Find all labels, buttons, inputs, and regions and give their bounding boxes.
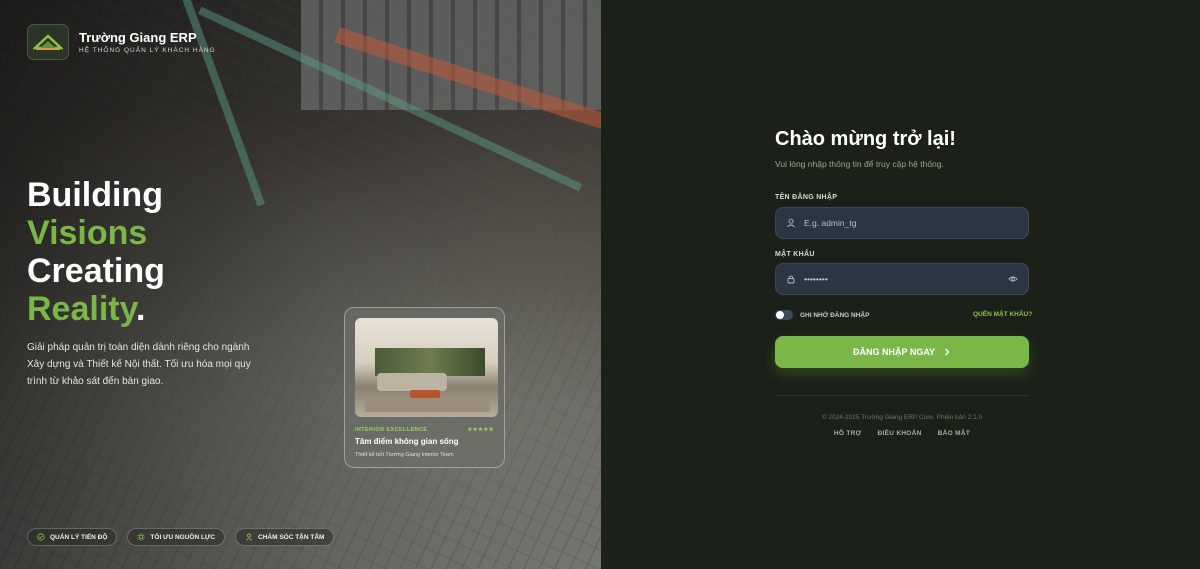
card-title: Tâm điểm không gian sống	[355, 437, 459, 446]
check-circle-icon	[37, 533, 45, 541]
feature-pill-progress: QUẢN LÝ TIẾN ĐỘ	[27, 528, 118, 546]
remember-toggle[interactable]	[775, 310, 793, 320]
hero-panel: Trường Giang ERP HỆ THỐNG QUẢN LÝ KHÁCH …	[0, 0, 601, 569]
remember-label: GHI NHỚ ĐĂNG NHẬP	[800, 311, 870, 319]
login-panel: Chào mừng trở lại! Vui lòng nhập thông t…	[601, 0, 1200, 569]
hero-headline: Building Visions Creating Reality.	[27, 176, 165, 328]
username-field[interactable]	[775, 207, 1029, 239]
chevron-right-icon	[945, 348, 950, 356]
living-room-image	[355, 318, 498, 417]
headline-line-2: Visions	[27, 214, 148, 252]
brand: Trường Giang ERP HỆ THỐNG QUẢN LÝ KHÁCH …	[27, 24, 216, 60]
user-icon	[245, 533, 253, 541]
headline-dot: .	[135, 290, 146, 328]
feature-pills: QUẢN LÝ TIẾN ĐỘ TỐI ƯU NGUỒN LỰC CHĂM SÓ…	[27, 528, 335, 546]
username-input[interactable]	[804, 218, 1018, 228]
brand-subtitle: HỆ THỐNG QUẢN LÝ KHÁCH HÀNG	[79, 47, 216, 54]
username-label: TÊN ĐĂNG NHẬP	[775, 194, 838, 201]
login-subtitle: Vui lòng nhập thông tin để truy cập hệ t…	[775, 159, 944, 169]
feature-pill-label: QUẢN LÝ TIẾN ĐỘ	[50, 533, 108, 541]
feature-pill-care: CHĂM SÓC TẬN TÂM	[235, 528, 335, 546]
login-page: Trường Giang ERP HỆ THỐNG QUẢN LÝ KHÁCH …	[0, 0, 1200, 569]
roof-logo-icon	[27, 24, 69, 60]
card-tag: INTERIOR EXCELLENCE	[355, 427, 428, 433]
featured-card: INTERIOR EXCELLENCE ★★★★★ Tâm điểm không…	[344, 307, 505, 468]
card-subtitle: Thiết kế bởi Trường Giang Interior Team	[355, 452, 454, 458]
rating-stars-icon: ★★★★★	[467, 427, 494, 433]
feature-pill-label: CHĂM SÓC TẬN TÂM	[258, 533, 325, 541]
lock-icon	[787, 275, 795, 284]
password-input[interactable]	[804, 274, 1000, 284]
headline-line-4: Reality.	[27, 290, 165, 328]
headline-line-4-text: Reality	[27, 290, 136, 328]
forgot-password-link[interactable]: QUÊN MẬT KHẨU?	[973, 311, 1032, 318]
feature-pill-label: TỐI ƯU NGUỒN LỰC	[150, 533, 216, 541]
login-button-label: ĐĂNG NHẬP NGAY	[852, 347, 935, 357]
user-icon	[787, 218, 795, 228]
password-label: MẬT KHẨU	[775, 251, 815, 258]
footer-link-terms[interactable]: ĐIỀU KHOẢN	[877, 430, 921, 437]
footer-link-privacy[interactable]: BẢO MẬT	[938, 430, 970, 437]
gear-icon	[137, 533, 146, 541]
remember-me[interactable]: GHI NHỚ ĐĂNG NHẬP	[775, 310, 869, 320]
brand-name: Trường Giang ERP	[79, 30, 197, 45]
footer-links: HỖ TRỢ ĐIỀU KHOẢN BẢO MẬT	[775, 430, 1029, 437]
headline-line-1: Building	[27, 176, 163, 214]
eye-icon[interactable]	[1008, 274, 1018, 284]
hero-description: Giải pháp quản trị toàn diện dành riêng …	[27, 342, 251, 387]
password-field[interactable]	[775, 263, 1029, 295]
divider	[775, 395, 1029, 396]
hero-background-building	[301, 0, 601, 110]
headline-line-3: Creating	[27, 252, 165, 290]
login-button[interactable]: ĐĂNG NHẬP NGAY	[775, 336, 1029, 368]
feature-pill-resources: TỐI ƯU NGUỒN LỰC	[127, 528, 226, 546]
copyright: © 2024-2025 Trường Giang ERP Core. Phiên…	[821, 414, 983, 421]
footer-link-support[interactable]: HỖ TRỢ	[834, 430, 862, 437]
login-title: Chào mừng trở lại!	[775, 128, 956, 150]
